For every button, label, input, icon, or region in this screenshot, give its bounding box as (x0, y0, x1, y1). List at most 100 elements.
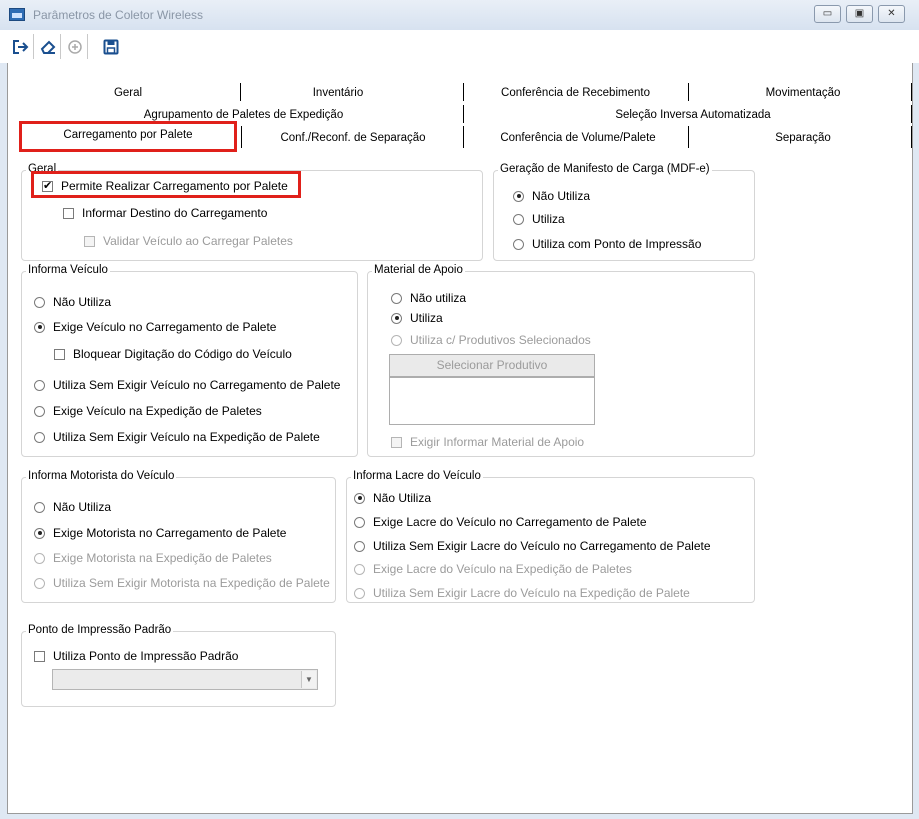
radio-icon (354, 587, 365, 599)
lacre-option-sem-exigir-carregamento[interactable]: Utiliza Sem Exigir Lacre do Veículo no C… (354, 539, 711, 553)
checkbox-icon (54, 348, 65, 360)
validar-veiculo-checkbox[interactable]: Validar Veículo ao Carregar Paletes (84, 234, 293, 248)
tab-movimentacao[interactable]: Movimentação (728, 87, 878, 99)
permite-highlight (31, 171, 301, 198)
motorista-option-label: Utiliza Sem Exigir Motorista na Expediçã… (53, 576, 330, 590)
lacre-option-label: Utiliza Sem Exigir Lacre do Veículo na E… (373, 586, 690, 600)
lacre-option-nao-utiliza[interactable]: Não Utiliza (354, 491, 431, 505)
veiculo-option-sem-exigir-carregamento[interactable]: Utiliza Sem Exigir Veículo no Carregamen… (34, 378, 340, 392)
mdfe-group-label: Geração de Manifesto de Carga (MDF-e) (498, 163, 712, 175)
tab-separator (240, 83, 241, 101)
exit-button[interactable] (8, 34, 34, 59)
title-bar: Parâmetros de Coletor Wireless ▭ ▣ ✕ (0, 0, 919, 30)
radio-icon (34, 577, 45, 589)
save-icon (103, 39, 119, 54)
app-icon (9, 8, 25, 21)
radio-icon (391, 334, 402, 346)
veiculo-option-label: Exige Veículo no Carregamento de Palete (53, 320, 277, 334)
chevron-down-icon[interactable]: ▼ (301, 671, 316, 688)
radio-icon (34, 431, 45, 443)
tab-separacao[interactable]: Separação (748, 132, 858, 144)
radio-selected-icon (354, 492, 365, 504)
ponto-impressao-checkbox[interactable]: Utiliza Ponto de Impressão Padrão (34, 649, 238, 663)
mdfe-option-utiliza[interactable]: Utiliza (513, 212, 565, 226)
window-title: Parâmetros de Coletor Wireless (33, 8, 204, 22)
mdfe-option-nao-utiliza[interactable]: Não Utiliza (513, 189, 590, 203)
veiculo-option-label: Exige Veículo na Expedição de Paletes (53, 404, 262, 418)
add-icon (67, 39, 82, 54)
tab-selecao-inversa[interactable]: Seleção Inversa Automatizada (593, 109, 793, 121)
motorista-option-exige-carregamento[interactable]: Exige Motorista no Carregamento de Palet… (34, 526, 286, 540)
close-button[interactable]: ✕ (878, 5, 905, 23)
tab-separator (911, 105, 912, 123)
eraser-icon (40, 40, 55, 54)
veiculo-option-exige-carregamento[interactable]: Exige Veículo no Carregamento de Palete (34, 320, 276, 334)
radio-icon (34, 405, 45, 417)
lacre-option-exige-expedicao[interactable]: Exige Lacre do Veículo na Expedição de P… (354, 562, 632, 576)
tab-separator (911, 126, 912, 148)
radio-icon (354, 516, 365, 528)
radio-selected-icon (34, 321, 45, 333)
tab-conf-reconf-separacao[interactable]: Conf./Reconf. de Separação (253, 132, 453, 144)
main-panel: Geral Inventário Conferência de Recebime… (7, 63, 913, 814)
veiculo-option-exige-expedicao[interactable]: Exige Veículo na Expedição de Paletes (34, 404, 262, 418)
exit-icon (12, 39, 28, 54)
material-option-label: Utiliza (410, 311, 443, 325)
radio-icon (354, 540, 365, 552)
veiculo-option-label: Utiliza Sem Exigir Veículo no Carregamen… (53, 378, 341, 392)
add-button[interactable] (62, 34, 88, 59)
material-option-nao-utiliza[interactable]: Não utiliza (391, 291, 466, 305)
ponto-impressao-group-label: Ponto de Impressão Padrão (26, 624, 174, 636)
motorista-option-nao-utiliza[interactable]: Não Utiliza (34, 500, 111, 514)
lacre-option-sem-exigir-expedicao[interactable]: Utiliza Sem Exigir Lacre do Veículo na E… (354, 586, 690, 600)
tab-geral[interactable]: Geral (78, 87, 178, 99)
radio-icon (34, 379, 45, 391)
lacre-option-label: Utiliza Sem Exigir Lacre do Veículo no C… (373, 539, 711, 553)
radio-icon (391, 292, 402, 304)
mdfe-option-label: Não Utiliza (532, 189, 591, 203)
selecionar-produtivo-button[interactable]: Selecionar Produtivo (389, 354, 595, 377)
radio-icon (513, 238, 524, 250)
veiculo-option-sem-exigir-expedicao[interactable]: Utiliza Sem Exigir Veículo na Expedição … (34, 430, 320, 444)
exigir-material-checkbox[interactable]: Exigir Informar Material de Apoio (391, 435, 584, 449)
mdfe-option-ponto-impressao[interactable]: Utiliza com Ponto de Impressão (513, 237, 701, 251)
checkbox-icon (391, 436, 402, 448)
bloquear-digitacao-checkbox[interactable]: Bloquear Digitação do Código do Veículo (54, 347, 292, 361)
exigir-material-label: Exigir Informar Material de Apoio (410, 435, 585, 449)
radio-icon (354, 563, 365, 575)
tab-separator (688, 83, 689, 101)
checkbox-icon (84, 235, 95, 247)
motorista-option-exige-expedicao[interactable]: Exige Motorista na Expedição de Paletes (34, 551, 272, 565)
material-option-label: Utiliza c/ Produtivos Selecionados (410, 333, 591, 347)
informar-destino-checkbox[interactable]: Informar Destino do Carregamento (63, 206, 267, 220)
save-button[interactable] (89, 34, 129, 59)
tab-agrupamento-paletes[interactable]: Agrupamento de Paletes de Expedição (126, 109, 361, 121)
veiculo-option-nao-utiliza[interactable]: Não Utiliza (34, 295, 111, 309)
lacre-option-exige-carregamento[interactable]: Exige Lacre do Veículo no Carregamento d… (354, 515, 647, 529)
maximize-button[interactable]: ▣ (846, 5, 873, 23)
minimize-button[interactable]: ▭ (814, 5, 841, 23)
clear-button[interactable] (35, 34, 61, 59)
radio-selected-icon (34, 527, 45, 539)
motorista-option-label: Exige Motorista na Expedição de Paletes (53, 551, 272, 565)
radio-selected-icon (391, 312, 402, 324)
material-option-produtivos[interactable]: Utiliza c/ Produtivos Selecionados (391, 333, 591, 347)
tab-conferencia-recebimento[interactable]: Conferência de Recebimento (473, 87, 678, 99)
checkbox-icon (34, 650, 45, 662)
tab-inventario[interactable]: Inventário (288, 87, 388, 99)
ponto-impressao-select[interactable]: ▼ (52, 669, 318, 690)
active-tab-highlight (19, 121, 237, 152)
motorista-group-label: Informa Motorista do Veículo (26, 470, 177, 482)
toolbar (0, 30, 919, 63)
veiculo-option-label: Utiliza Sem Exigir Veículo na Expedição … (53, 430, 320, 444)
produtivos-listbox[interactable] (389, 377, 595, 425)
lacre-group-label: Informa Lacre do Veículo (351, 470, 483, 482)
ponto-impressao-label: Utiliza Ponto de Impressão Padrão (53, 649, 239, 663)
motorista-option-sem-exigir-expedicao[interactable]: Utiliza Sem Exigir Motorista na Expediçã… (34, 576, 330, 590)
tab-separator (463, 105, 464, 123)
lacre-option-label: Não Utiliza (373, 491, 432, 505)
validar-veiculo-label: Validar Veículo ao Carregar Paletes (103, 234, 293, 248)
material-option-utiliza[interactable]: Utiliza (391, 311, 443, 325)
tab-conferencia-volume[interactable]: Conferência de Volume/Palete (478, 132, 678, 144)
radio-selected-icon (513, 190, 524, 202)
